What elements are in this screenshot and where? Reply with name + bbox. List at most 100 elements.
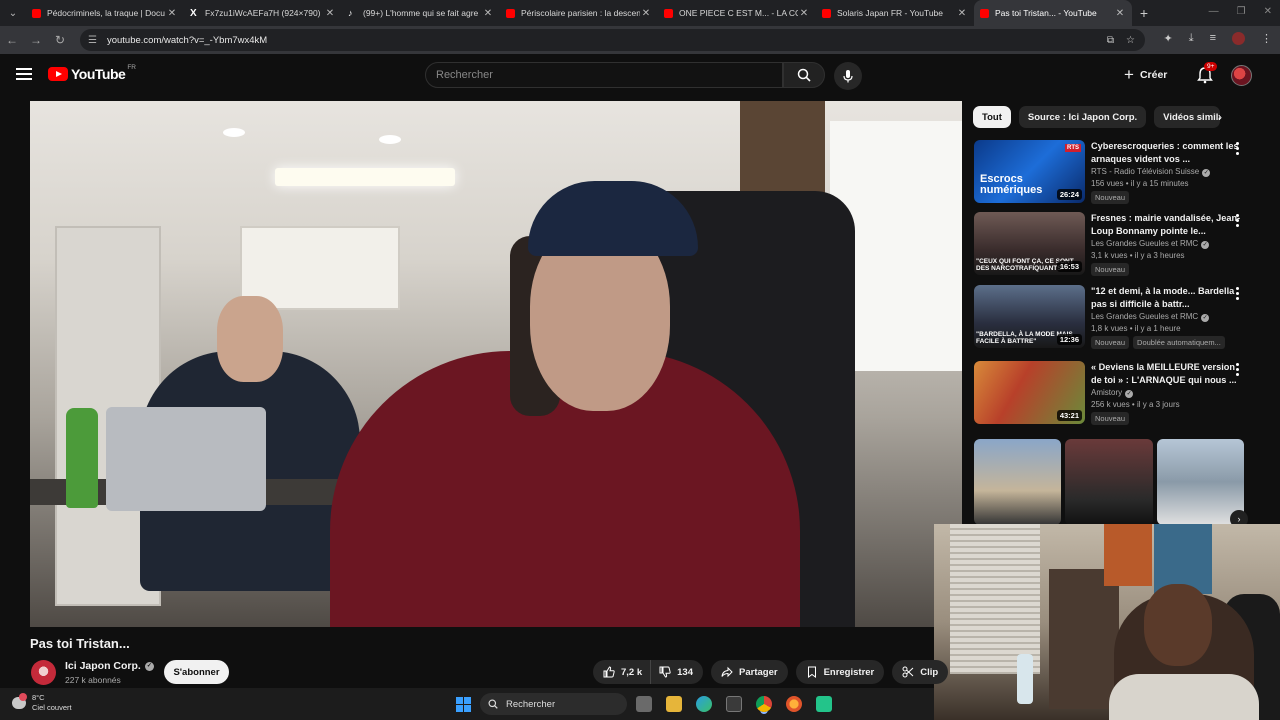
file-explorer-icon[interactable] — [666, 696, 682, 712]
save-button[interactable]: Enregistrer — [795, 660, 885, 684]
maximize-icon[interactable]: ❐ — [1237, 6, 1246, 17]
save-label: Enregistrer — [823, 666, 875, 678]
more-options-icon[interactable] — [1234, 287, 1240, 300]
search-input[interactable]: Rechercher — [425, 62, 783, 88]
video-thumbnail[interactable]: RTS Escrocs numériques 26:24 — [974, 140, 1085, 203]
short-thumbnail[interactable] — [1156, 439, 1244, 525]
account-avatar[interactable] — [1231, 65, 1252, 86]
channel-avatar[interactable] — [31, 660, 56, 685]
auto-dubbed-badge: Doublée automatiquem... — [1133, 336, 1225, 349]
back-icon[interactable]: ← — [0, 33, 24, 47]
clip-button[interactable]: Clip — [892, 660, 949, 684]
close-tab-icon[interactable]: ✕ — [956, 8, 968, 19]
recommendation-title[interactable]: Fresnes : mairie vandalisée, Jean-Loup B… — [1091, 212, 1241, 237]
close-tab-icon[interactable]: ✕ — [798, 8, 810, 19]
recommendation-item[interactable]: "BARDELLA, À LA MODE MAIS FACILE À BATTR… — [974, 285, 1264, 349]
browser-tab[interactable]: Pédocriminels, la traque | Docu ✕ — [26, 0, 184, 26]
like-button[interactable]: 7,2 k — [593, 660, 651, 684]
chrome-menu-icon[interactable]: ⋮ — [1261, 32, 1272, 45]
new-tab-icon[interactable]: + — [1132, 5, 1156, 21]
install-icon[interactable]: ⧉ — [1107, 35, 1114, 46]
browser-tab-active[interactable]: Pas toi Tristan... - YouTube ✕ — [974, 0, 1132, 26]
task-view-icon[interactable] — [636, 696, 652, 712]
short-thumbnail[interactable] — [1065, 439, 1153, 525]
channel-name[interactable]: Amistory ✓ — [1091, 388, 1241, 398]
browser-tab[interactable]: Solaris Japan FR - YouTube ✕ — [816, 0, 974, 26]
site-info-icon[interactable]: ☰ — [88, 35, 97, 46]
forward-icon[interactable]: → — [24, 33, 48, 47]
bookmark-star-icon[interactable]: ☆ — [1126, 35, 1135, 46]
edge-icon[interactable] — [696, 696, 712, 712]
share-button[interactable]: Partager — [711, 660, 788, 684]
chat-app-icon[interactable] — [816, 696, 832, 712]
video-thumbnail[interactable]: "BARDELLA, À LA MODE MAIS FACILE À BATTR… — [974, 285, 1085, 348]
tab-search-menu-icon[interactable]: ⌄ — [0, 0, 26, 26]
firefox-icon[interactable] — [786, 696, 802, 712]
tab-title: Périscolaire parisien : la descent — [521, 8, 640, 18]
video-thumbnail[interactable]: 43:21 — [974, 361, 1085, 424]
voice-search-button[interactable] — [834, 62, 862, 90]
close-tab-icon[interactable]: ✕ — [1114, 8, 1126, 19]
weather-widget[interactable]: 8°C Ciel couvert — [12, 693, 72, 713]
video-player[interactable] — [30, 101, 962, 627]
browser-tab[interactable]: ONE PIECE C EST M... - LA CON ✕ — [658, 0, 816, 26]
country-code: FR — [127, 63, 136, 71]
url-bar[interactable]: ☰ youtube.com/watch?v=_-Ybm7wx4kM ⧉ ☆ — [80, 29, 1145, 51]
extensions-icon[interactable]: ✦ — [1163, 32, 1172, 45]
tab-title: Pédocriminels, la traque | Docu — [47, 8, 165, 18]
close-tab-icon[interactable]: ✕ — [640, 8, 652, 19]
webcam-frame-detail — [1049, 569, 1119, 709]
minimize-icon[interactable]: — — [1209, 6, 1219, 17]
duration-badge: 43:21 — [1056, 410, 1082, 421]
more-options-icon[interactable] — [1234, 363, 1240, 376]
taskbar-search[interactable]: Rechercher — [480, 693, 627, 715]
browser-tab[interactable]: Périscolaire parisien : la descent ✕ — [500, 0, 658, 26]
tab-groups-icon[interactable]: ≡ — [1210, 32, 1216, 45]
channel-name[interactable]: RTS - Radio Télévision Suisse ✓ — [1091, 167, 1241, 177]
menu-icon[interactable] — [16, 68, 32, 80]
chip-similar[interactable]: Vidéos similaires — [1154, 106, 1221, 128]
channel-name[interactable]: Les Grandes Gueules et RMC ✓ — [1091, 312, 1241, 322]
search-button[interactable] — [783, 62, 825, 88]
close-tab-icon[interactable]: ✕ — [166, 8, 178, 19]
recommendation-title[interactable]: "12 et demi, à la mode... Bardella pas s… — [1091, 285, 1241, 310]
tab-title: Pas toi Tristan... - YouTube — [995, 8, 1097, 18]
channel-name[interactable]: Les Grandes Gueules et RMC ✓ — [1091, 239, 1241, 249]
more-options-icon[interactable] — [1234, 214, 1240, 227]
profile-avatar[interactable] — [1232, 32, 1245, 45]
more-options-icon[interactable] — [1234, 142, 1240, 155]
webcam-frame-detail — [1109, 674, 1259, 720]
related-filter-chips: Tout Source : Ici Japon Corp. Vidéos sim… — [973, 106, 1221, 128]
recommendation-item[interactable]: 43:21 « Deviens la MEILLEURE version de … — [974, 361, 1264, 425]
youtube-logo[interactable]: YouTube FR — [48, 63, 136, 82]
channel-name[interactable]: Ici Japon Corp. ✓ — [65, 660, 154, 672]
close-tab-icon[interactable]: ✕ — [482, 8, 494, 19]
video-thumbnail[interactable]: "CEUX QUI FONT ÇA, CE SONT DES NARCOTRAF… — [974, 212, 1085, 275]
subscribe-button[interactable]: S'abonner — [164, 660, 229, 684]
browser-tab[interactable]: ♪ (99+) L'homme qui se fait agre ✕ — [342, 0, 500, 26]
browser-tab[interactable]: X Fx7zu1iWcAEFa7H (924×790) ✕ — [184, 0, 342, 26]
recommendation-item[interactable]: "CEUX QUI FONT ÇA, CE SONT DES NARCOTRAF… — [974, 212, 1264, 276]
microphone-icon — [843, 70, 853, 83]
reload-icon[interactable]: ↻ — [48, 33, 72, 47]
chrome-icon[interactable] — [756, 696, 772, 712]
close-tab-icon[interactable]: ✕ — [324, 8, 336, 19]
video-frame-detail — [379, 135, 401, 144]
windows-start-icon[interactable] — [456, 697, 471, 712]
recommendation-title[interactable]: Cyberescroqueries : comment les arnaques… — [1091, 140, 1241, 165]
store-icon[interactable] — [726, 696, 742, 712]
chip-source[interactable]: Source : Ici Japon Corp. — [1018, 106, 1147, 128]
create-button[interactable]: + Créer — [1124, 64, 1167, 86]
youtube-play-icon — [48, 67, 68, 81]
chip-all[interactable]: Tout — [973, 106, 1011, 128]
recommendation-title[interactable]: « Deviens la MEILLEURE version de toi » … — [1091, 361, 1241, 386]
channel-name-text: Les Grandes Gueules et RMC — [1091, 239, 1199, 248]
dislike-button[interactable]: 134 — [650, 660, 703, 684]
chevron-right-icon[interactable]: › — [1218, 110, 1222, 124]
close-window-icon[interactable]: ✕ — [1264, 6, 1272, 17]
recommendation-item[interactable]: RTS Escrocs numériques 26:24 Cyberescroq… — [974, 140, 1264, 204]
thumbs-down-icon — [659, 666, 671, 678]
short-thumbnail[interactable] — [974, 439, 1062, 525]
download-icon[interactable]: ⤓ — [1189, 32, 1194, 45]
webcam-frame-detail — [1017, 654, 1033, 704]
